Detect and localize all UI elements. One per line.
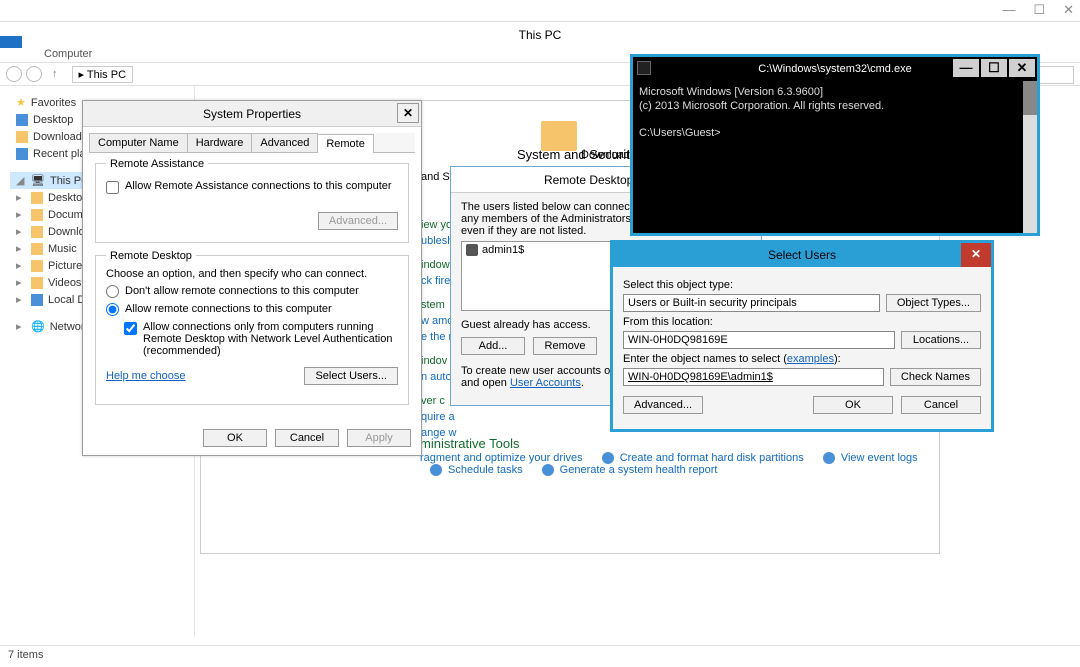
rd-nla-checkbox[interactable]: Allow connections only from computers ru… bbox=[124, 321, 398, 357]
select-users-button[interactable]: Select Users... bbox=[304, 367, 398, 385]
names-label: Enter the object names to select (exampl… bbox=[623, 353, 981, 365]
cmd-titlebar[interactable]: C:\Windows\system32\cmd.exe — ☐ ✕ bbox=[633, 57, 1037, 81]
select-users-dialog: Select Users ✕ Select this object type: … bbox=[610, 240, 994, 432]
location-field[interactable] bbox=[623, 331, 895, 349]
status-bar: 7 items bbox=[0, 645, 1080, 667]
cmd-scrollbar[interactable] bbox=[1023, 81, 1037, 233]
rdu-remove-button[interactable]: Remove bbox=[533, 337, 597, 355]
selusers-ok-button[interactable]: OK bbox=[813, 396, 893, 414]
link-partitions[interactable]: Create and format hard disk partitions bbox=[620, 452, 804, 464]
tab-advanced[interactable]: Advanced bbox=[251, 133, 318, 152]
locations-button[interactable]: Locations... bbox=[901, 331, 981, 349]
selusers-advanced-button[interactable]: Advanced... bbox=[623, 396, 703, 414]
tab-hardware[interactable]: Hardware bbox=[187, 133, 253, 152]
link-schedule[interactable]: Schedule tasks bbox=[448, 464, 523, 476]
link-healthreport[interactable]: Generate a system health report bbox=[560, 464, 718, 476]
ra-legend: Remote Assistance bbox=[106, 158, 208, 170]
bullet-icon bbox=[823, 452, 835, 464]
examples-link[interactable]: examples bbox=[787, 353, 834, 365]
rd-intro: Choose an option, and then specify who c… bbox=[106, 268, 398, 280]
group-remote-desktop: Remote Desktop Choose an option, and the… bbox=[95, 255, 409, 405]
object-types-button[interactable]: Object Types... bbox=[886, 294, 981, 312]
system-properties-dialog: System Properties ✕ Computer Name Hardwa… bbox=[82, 100, 422, 456]
cmd-title: C:\Windows\system32\cmd.exe bbox=[758, 63, 911, 75]
cmd-close-button[interactable]: ✕ bbox=[1009, 59, 1035, 77]
sysprop-apply-button: Apply bbox=[347, 429, 411, 447]
ra-advanced-button: Advanced... bbox=[318, 212, 398, 230]
cmd-icon bbox=[637, 61, 651, 75]
admin-tools-header: ministrative Tools bbox=[420, 436, 519, 451]
forward-button[interactable] bbox=[26, 66, 42, 82]
rd-option-allow[interactable]: Allow remote connections to this compute… bbox=[106, 303, 398, 316]
explorer-window-chrome: — ☐ ✕ bbox=[0, 0, 1080, 22]
sysprop-cancel-button[interactable]: Cancel bbox=[275, 429, 339, 447]
selusers-titlebar[interactable]: Select Users ✕ bbox=[613, 243, 991, 267]
system-and-security-header: System and Security bbox=[517, 147, 636, 162]
cmd-window: C:\Windows\system32\cmd.exe — ☐ ✕ Micros… bbox=[630, 54, 1040, 236]
bullet-icon bbox=[602, 452, 614, 464]
cmd-terminal[interactable]: Microsoft Windows [Version 6.3.9600] (c)… bbox=[633, 81, 1037, 144]
cmd-minimize-button[interactable]: — bbox=[953, 59, 979, 77]
user-icon bbox=[466, 244, 478, 256]
link-eventlogs[interactable]: View event logs bbox=[841, 452, 918, 464]
maximize-button[interactable]: ☐ bbox=[1033, 2, 1045, 18]
ra-allow-checkbox[interactable]: Allow Remote Assistance connections to t… bbox=[106, 180, 398, 194]
scrollbar-thumb[interactable] bbox=[1023, 81, 1037, 115]
selusers-title: Select Users bbox=[768, 248, 836, 262]
user-accounts-link[interactable]: User Accounts bbox=[510, 377, 581, 389]
sysprop-title: System Properties bbox=[203, 107, 301, 121]
tab-computer-name[interactable]: Computer Name bbox=[89, 133, 188, 152]
check-names-button[interactable]: Check Names bbox=[890, 368, 981, 386]
admin-tools-links: ragment and optimize your drives Create … bbox=[420, 452, 924, 476]
object-type-field[interactable] bbox=[623, 294, 880, 312]
rd-option-dont-allow[interactable]: Don't allow remote connections to this c… bbox=[106, 285, 398, 298]
bullet-icon bbox=[542, 464, 554, 476]
cmd-maximize-button[interactable]: ☐ bbox=[981, 59, 1007, 77]
rdu-add-button[interactable]: Add... bbox=[461, 337, 525, 355]
minimize-button[interactable]: — bbox=[1002, 2, 1015, 18]
up-button[interactable]: ↑ bbox=[52, 68, 58, 80]
breadcrumb[interactable]: ▸ This PC bbox=[72, 66, 134, 83]
group-remote-assistance: Remote Assistance Allow Remote Assistanc… bbox=[95, 163, 409, 243]
location-label: From this location: bbox=[623, 316, 981, 328]
sysprop-titlebar[interactable]: System Properties ✕ bbox=[83, 101, 421, 127]
selusers-cancel-button[interactable]: Cancel bbox=[901, 396, 981, 414]
selusers-close-button[interactable]: ✕ bbox=[961, 243, 991, 267]
back-button[interactable] bbox=[6, 66, 22, 82]
sysprop-ok-button[interactable]: OK bbox=[203, 429, 267, 447]
help-me-choose-link[interactable]: Help me choose bbox=[106, 370, 186, 382]
sysprop-close-button[interactable]: ✕ bbox=[397, 103, 419, 123]
sysprop-tabs: Computer Name Hardware Advanced Remote bbox=[89, 133, 415, 153]
explorer-title: This PC bbox=[0, 22, 1080, 48]
obj-type-label: Select this object type: bbox=[623, 279, 981, 291]
rd-legend: Remote Desktop bbox=[106, 250, 196, 262]
bullet-icon bbox=[430, 464, 442, 476]
tab-remote[interactable]: Remote bbox=[317, 134, 374, 153]
close-button[interactable]: ✕ bbox=[1063, 2, 1074, 18]
link-defrag[interactable]: ragment and optimize your drives bbox=[420, 452, 583, 464]
object-names-field[interactable] bbox=[623, 368, 884, 386]
